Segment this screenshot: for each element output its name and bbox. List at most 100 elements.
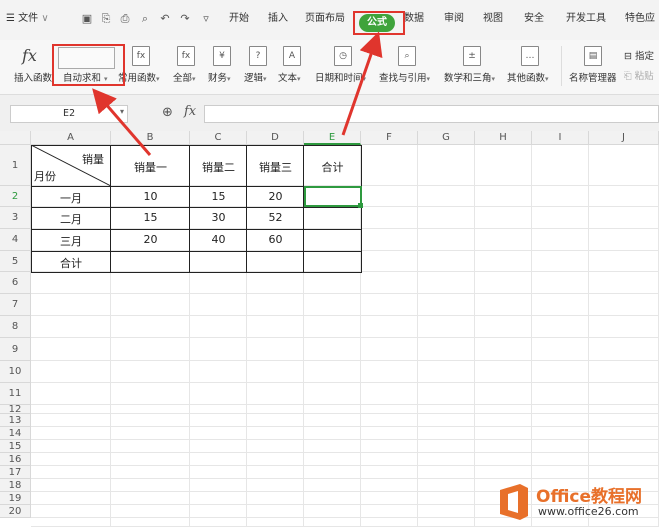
tab-security[interactable]: 安全: [524, 10, 544, 28]
gridline: [31, 478, 659, 479]
preview-icon[interactable]: ⌕: [138, 12, 152, 26]
cell-c4[interactable]: 40: [190, 233, 247, 246]
row-header-20[interactable]: 20: [0, 505, 31, 518]
row-header-5[interactable]: 5: [0, 251, 31, 272]
customize-icon[interactable]: ▿: [199, 12, 213, 26]
tab-page-layout[interactable]: 页面布局: [305, 10, 345, 28]
all-functions-label: 全部: [173, 73, 193, 84]
gridline: [31, 426, 659, 427]
row-header-2[interactable]: 2: [0, 186, 31, 207]
file-menu[interactable]: ☰ 文件 ∨: [6, 10, 49, 28]
row-header-17[interactable]: 17: [0, 466, 31, 479]
gridline: [31, 315, 659, 316]
column-header-b[interactable]: B: [111, 131, 190, 145]
row-header-19[interactable]: 19: [0, 492, 31, 505]
row-header-1[interactable]: 1: [0, 145, 31, 186]
insert-function-button[interactable]: fx 插入函数: [10, 40, 52, 95]
gridline: [31, 404, 659, 405]
row-header-14[interactable]: 14: [0, 427, 31, 440]
define-name-button[interactable]: ⊟ 指定: [624, 48, 654, 62]
zoom-icon[interactable]: ⊕: [162, 105, 173, 120]
more-icon: …: [521, 46, 539, 66]
row-header-6[interactable]: 6: [0, 272, 31, 294]
cell-d4[interactable]: 60: [247, 233, 304, 246]
row-header-10[interactable]: 10: [0, 361, 31, 383]
fill-handle[interactable]: [358, 203, 363, 208]
cell-c3[interactable]: 30: [190, 211, 247, 224]
header-cell-e1[interactable]: 合计: [304, 159, 361, 175]
save-icon[interactable]: ▣: [80, 12, 94, 26]
header-cell-d1[interactable]: 销量三: [247, 159, 304, 175]
cell-d3[interactable]: 52: [247, 211, 304, 224]
paste-name-label: 粘贴: [634, 71, 654, 82]
fx-label[interactable]: fx: [184, 104, 196, 119]
column-header-i[interactable]: I: [532, 131, 589, 145]
row-header-13[interactable]: 13: [0, 414, 31, 427]
tab-home[interactable]: 开始: [229, 10, 249, 28]
gridline: [31, 337, 659, 338]
cell-d2[interactable]: 20: [247, 190, 304, 203]
column-header-g[interactable]: G: [418, 131, 475, 145]
more-functions-label: 其他函数: [507, 73, 546, 84]
cell-b4[interactable]: 20: [111, 233, 190, 246]
cell-b3[interactable]: 15: [111, 211, 190, 224]
column-header-c[interactable]: C: [190, 131, 247, 145]
column-header-f[interactable]: F: [361, 131, 418, 145]
export-icon[interactable]: ⎘: [99, 12, 113, 26]
cell-a5[interactable]: 合计: [31, 255, 111, 271]
row-header-16[interactable]: 16: [0, 453, 31, 466]
finance-button[interactable]: ¥ 财务▾: [207, 40, 237, 95]
header-cell-c1[interactable]: 销量二: [190, 159, 247, 175]
column-header-h[interactable]: H: [475, 131, 532, 145]
column-header-e[interactable]: E: [304, 131, 361, 145]
datetime-button[interactable]: ◷ 日期和时间▾: [314, 40, 372, 95]
highlight-box: [353, 11, 405, 35]
select-all-corner[interactable]: [0, 131, 31, 145]
row-header-4[interactable]: 4: [0, 229, 31, 251]
row-header-8[interactable]: 8: [0, 316, 31, 338]
name-box[interactable]: E2: [10, 105, 128, 123]
column-header-j[interactable]: J: [589, 131, 659, 145]
row-header-18[interactable]: 18: [0, 479, 31, 492]
cell-a2[interactable]: 一月: [31, 190, 111, 206]
table-border: [31, 207, 362, 208]
tab-data[interactable]: 数据: [404, 10, 424, 28]
header-cell-b1[interactable]: 销量一: [111, 159, 190, 175]
tab-special[interactable]: 特色应: [625, 10, 655, 28]
row-header-11[interactable]: 11: [0, 383, 31, 405]
caret-icon: ▾: [156, 75, 160, 83]
tab-developer[interactable]: 开发工具: [566, 10, 606, 28]
cell-c2[interactable]: 15: [190, 190, 247, 203]
logic-button[interactable]: ? 逻辑▾: [243, 40, 273, 95]
row-header-7[interactable]: 7: [0, 294, 31, 316]
row-header-15[interactable]: 15: [0, 440, 31, 453]
all-functions-button[interactable]: fx 全部▾: [170, 40, 200, 95]
more-functions-button[interactable]: … 其他函数▾: [506, 40, 554, 95]
row-header-12[interactable]: 12: [0, 405, 31, 415]
redo-icon[interactable]: ↷: [178, 12, 192, 26]
print-icon[interactable]: ⎙: [118, 12, 132, 26]
name-box-dropdown-icon[interactable]: ▾: [120, 107, 124, 116]
tab-review[interactable]: 审阅: [444, 10, 464, 28]
name-manager-button[interactable]: ▤ 名称管理器: [566, 40, 620, 95]
active-cell-e2[interactable]: [304, 186, 362, 207]
tab-insert[interactable]: 插入: [268, 10, 288, 28]
paste-name-button[interactable]: ⎗ 粘贴: [624, 68, 654, 82]
text-button[interactable]: A 文本▾: [277, 40, 307, 95]
table-border: [31, 272, 362, 273]
cell-a3[interactable]: 二月: [31, 211, 111, 227]
cell-a4[interactable]: 三月: [31, 233, 111, 249]
gridline: [31, 439, 659, 440]
column-header-a[interactable]: A: [31, 131, 111, 145]
cell-b2[interactable]: 10: [111, 190, 190, 203]
column-header-d[interactable]: D: [247, 131, 304, 145]
lookup-button[interactable]: ⌕ 查找与引用▾: [378, 40, 436, 95]
row-header-3[interactable]: 3: [0, 207, 31, 229]
row-header-9[interactable]: 9: [0, 338, 31, 361]
highlight-box: [52, 44, 125, 86]
formula-input[interactable]: [204, 105, 659, 123]
math-button[interactable]: ± 数学和三角▾: [443, 40, 501, 95]
office-logo-icon: [500, 484, 528, 520]
tab-view[interactable]: 视图: [483, 10, 503, 28]
undo-icon[interactable]: ↶: [158, 12, 172, 26]
